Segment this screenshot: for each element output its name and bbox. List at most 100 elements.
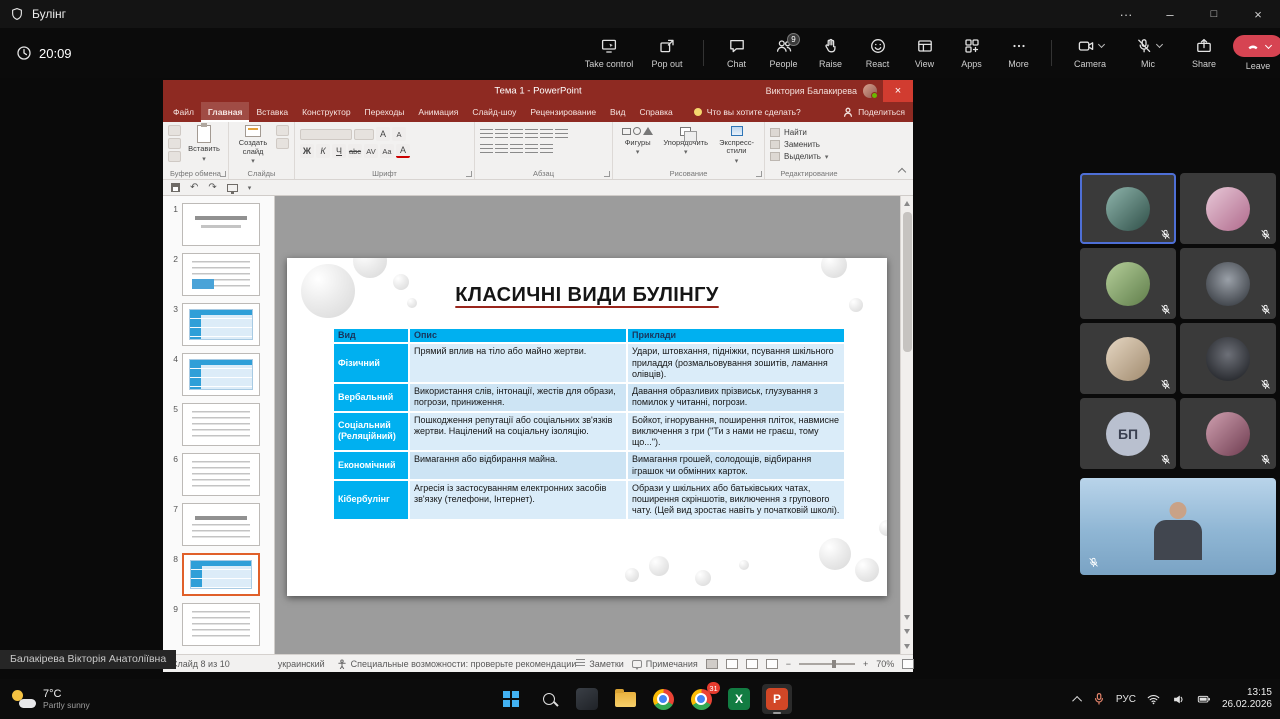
ppt-tab-home[interactable]: Главная [201, 102, 250, 122]
font-size-grow-button[interactable]: А [376, 127, 390, 141]
justify-icon[interactable] [525, 144, 538, 154]
underline-button[interactable]: Ч [332, 144, 346, 158]
window-close-button[interactable]: × [1236, 0, 1280, 28]
slide-thumbnail-7[interactable]: 7 [165, 503, 274, 546]
columns-icon[interactable] [540, 144, 553, 154]
reading-view-icon[interactable] [746, 659, 758, 669]
ppt-tab-transitions[interactable]: Переходы [358, 102, 412, 122]
zoom-in-icon[interactable]: + [863, 659, 868, 669]
react-button[interactable]: React [854, 37, 901, 69]
leave-button[interactable]: Leave [1231, 35, 1280, 71]
font-name-box[interactable] [300, 129, 352, 140]
ribbon-collapse-icon[interactable] [897, 166, 907, 175]
indent-increase-icon[interactable] [525, 129, 538, 139]
slide-scrollbar[interactable] [900, 196, 913, 654]
ppt-tab-slideshow[interactable]: Слайд-шоу [465, 102, 523, 122]
camera-dropdown-icon[interactable] [1097, 41, 1104, 48]
window-more-button[interactable]: ··· [1104, 0, 1148, 28]
copy-icon[interactable] [168, 138, 181, 149]
bold-button[interactable]: Ж [300, 144, 314, 158]
notes-toggle[interactable]: Заметки [576, 659, 623, 669]
tray-chevron-icon[interactable] [1072, 695, 1082, 705]
strikethrough-button[interactable]: abc [348, 144, 362, 158]
participant-tile-3[interactable] [1080, 248, 1176, 319]
quick-styles-button[interactable]: Экспресс-стили ▾ [714, 125, 759, 165]
slide-reset-icon[interactable] [276, 138, 289, 149]
leave-dropdown-icon[interactable] [1265, 41, 1272, 48]
scrollbar-thumb[interactable] [903, 212, 912, 352]
chrome-badged-button[interactable]: 31 [686, 684, 716, 714]
save-icon[interactable] [171, 183, 180, 192]
tray-mic-icon[interactable] [1092, 692, 1106, 706]
language-indicator[interactable]: РУС [1116, 694, 1136, 705]
dialog-launcher-icon[interactable] [604, 171, 610, 177]
ppt-tab-view[interactable]: Вид [603, 102, 632, 122]
zoom-slider-thumb[interactable] [832, 660, 836, 668]
character-spacing-button[interactable]: AV [364, 144, 378, 158]
wifi-icon[interactable] [1146, 692, 1161, 706]
fit-slide-icon[interactable] [902, 659, 914, 669]
slide-thumbnail-2[interactable]: 2 [165, 253, 274, 296]
new-slide-button[interactable]: Создать слайд ▾ [234, 125, 272, 166]
slide-thumbnail-6[interactable]: 6 [165, 453, 274, 496]
zoom-level[interactable]: 70% [876, 659, 894, 669]
slide-thumbnail-5[interactable]: 5 [165, 403, 274, 446]
font-size-box[interactable] [354, 129, 374, 140]
slide-layout-icon[interactable] [276, 125, 289, 136]
chrome-button[interactable] [648, 684, 678, 714]
ppt-tab-animations[interactable]: Анимация [411, 102, 465, 122]
scroll-up-icon[interactable] [904, 201, 910, 206]
undo-icon[interactable]: ↶ [190, 182, 198, 193]
shapes-button[interactable]: Фигуры ▾ [618, 125, 657, 157]
qat-customize-icon[interactable]: ▾ [248, 184, 252, 192]
slide-thumbnail-8-selected[interactable]: 8 [165, 553, 274, 596]
weather-widget[interactable]: 7°C Partly sunny [10, 679, 90, 719]
window-maximize-button[interactable]: □ [1192, 0, 1236, 28]
indent-decrease-icon[interactable] [510, 129, 523, 139]
scroll-down-icon[interactable] [904, 644, 910, 649]
slide-thumbnail-1[interactable]: 1 [165, 203, 274, 246]
battery-icon[interactable] [1196, 692, 1212, 706]
search-button[interactable] [534, 684, 564, 714]
apps-button[interactable]: Apps [948, 37, 995, 69]
participant-tile-7[interactable]: БП [1080, 398, 1176, 469]
normal-view-icon[interactable] [706, 659, 718, 669]
font-color-button[interactable]: А [396, 144, 410, 158]
tell-me-box[interactable]: Что вы хотите сделать? [694, 107, 801, 117]
line-spacing-icon[interactable] [540, 129, 553, 139]
participant-tile-6[interactable] [1180, 323, 1276, 394]
ppt-tab-file[interactable]: Файл [166, 102, 201, 122]
file-explorer-button[interactable] [610, 684, 640, 714]
volume-icon[interactable] [1171, 692, 1186, 706]
replace-button[interactable]: Заменить [770, 140, 828, 149]
participant-tile-4[interactable] [1180, 248, 1276, 319]
zoom-out-icon[interactable]: − [786, 659, 791, 669]
slide-thumbnail-9[interactable]: 9 [165, 603, 274, 646]
participant-tile-5[interactable] [1080, 323, 1176, 394]
participant-tile-2[interactable] [1180, 173, 1276, 244]
start-slideshow-icon[interactable] [227, 184, 238, 192]
format-painter-icon[interactable] [168, 151, 181, 162]
paste-button[interactable]: Вставить ▾ [185, 125, 223, 164]
redo-icon[interactable]: ↷ [208, 182, 216, 193]
chat-button[interactable]: Chat [713, 37, 760, 69]
text-direction-icon[interactable] [555, 129, 568, 139]
dialog-launcher-icon[interactable] [466, 171, 472, 177]
participant-tile-large[interactable] [1080, 478, 1276, 575]
raise-hand-button[interactable]: Raise [807, 37, 854, 69]
camera-button[interactable]: Camera [1061, 37, 1119, 69]
mic-dropdown-icon[interactable] [1155, 41, 1162, 48]
numbering-icon[interactable] [495, 129, 508, 139]
view-button[interactable]: View [901, 37, 948, 69]
slideshow-view-icon[interactable] [766, 659, 778, 669]
slide-sorter-view-icon[interactable] [726, 659, 738, 669]
start-button[interactable] [496, 684, 526, 714]
change-case-button[interactable]: Aa [380, 144, 394, 158]
dialog-launcher-icon[interactable] [220, 171, 226, 177]
powerpoint-button[interactable]: P [762, 684, 792, 714]
select-button[interactable]: Выделить ▾ [770, 152, 828, 161]
excel-button[interactable]: X [724, 684, 754, 714]
window-minimize-button[interactable]: – [1148, 0, 1192, 28]
ppt-share-button[interactable]: Поделиться [843, 107, 905, 117]
pop-out-button[interactable]: Pop out [640, 37, 694, 69]
